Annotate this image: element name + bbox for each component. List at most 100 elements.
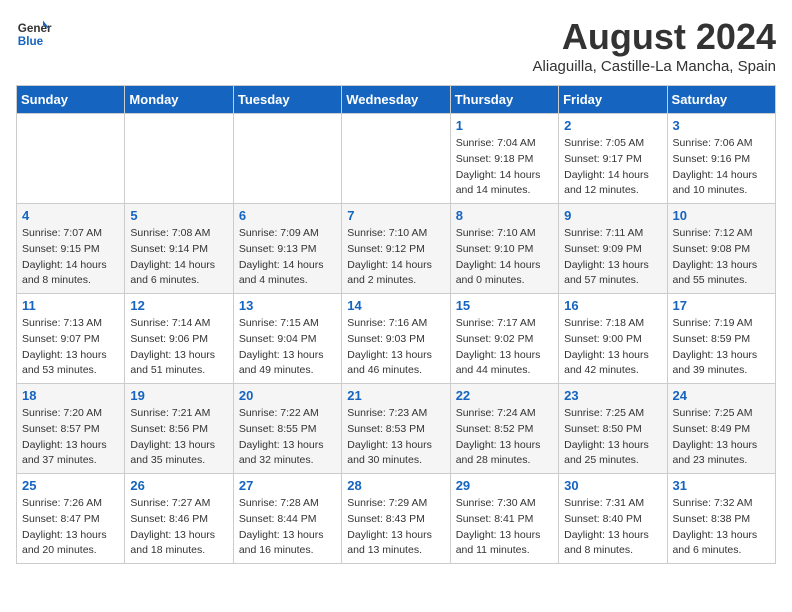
calendar-cell: 24 Sunrise: 7:25 AM Sunset: 8:49 PM Dayli…: [667, 384, 775, 474]
day-info: Sunrise: 7:25 AM Sunset: 8:50 PM Dayligh…: [564, 406, 661, 469]
calendar-cell: 10 Sunrise: 7:12 AM Sunset: 9:08 PM Dayli…: [667, 204, 775, 294]
calendar-cell: [125, 114, 233, 204]
day-info: Sunrise: 7:31 AM Sunset: 8:40 PM Dayligh…: [564, 496, 661, 559]
calendar-cell: [342, 114, 450, 204]
day-info: Sunrise: 7:10 AM Sunset: 9:10 PM Dayligh…: [456, 226, 553, 289]
day-number: 22: [456, 388, 553, 403]
calendar-cell: 12Sunrise: 7:14 AM Sunset: 9:06 PM Dayli…: [125, 294, 233, 384]
calendar-cell: 22 Sunrise: 7:24 AM Sunset: 8:52 PM Dayli…: [450, 384, 558, 474]
calendar-cell: 1 Sunrise: 7:04 AM Sunset: 9:18 PM Daylig…: [450, 114, 558, 204]
day-info: Sunrise: 7:32 AM Sunset: 8:38 PM Dayligh…: [673, 496, 770, 559]
day-info: Sunrise: 7:08 AM Sunset: 9:14 PM Dayligh…: [130, 226, 227, 289]
calendar-week-row: 25Sunrise: 7:26 AM Sunset: 8:47 PM Dayli…: [17, 474, 776, 564]
day-number: 26: [130, 478, 227, 493]
day-info: Sunrise: 7:20 AM Sunset: 8:57 PM Dayligh…: [22, 406, 119, 469]
day-of-week-header: Sunday: [17, 86, 125, 114]
day-info: Sunrise: 7:22 AM Sunset: 8:55 PM Dayligh…: [239, 406, 336, 469]
day-number: 12: [130, 298, 227, 313]
day-number: 24: [673, 388, 770, 403]
day-number: 21: [347, 388, 444, 403]
day-number: 18: [22, 388, 119, 403]
day-number: 6: [239, 208, 336, 223]
day-info: Sunrise: 7:11 AM Sunset: 9:09 PM Dayligh…: [564, 226, 661, 289]
day-number: 7: [347, 208, 444, 223]
day-info: Sunrise: 7:28 AM Sunset: 8:44 PM Dayligh…: [239, 496, 336, 559]
calendar-cell: 15 Sunrise: 7:17 AM Sunset: 9:02 PM Dayli…: [450, 294, 558, 384]
day-of-week-header: Monday: [125, 86, 233, 114]
day-number: 23: [564, 388, 661, 403]
day-info: Sunrise: 7:24 AM Sunset: 8:52 PM Dayligh…: [456, 406, 553, 469]
day-info: Sunrise: 7:10 AM Sunset: 9:12 PM Dayligh…: [347, 226, 444, 289]
calendar-cell: 7 Sunrise: 7:10 AM Sunset: 9:12 PM Daylig…: [342, 204, 450, 294]
calendar-cell: 18 Sunrise: 7:20 AM Sunset: 8:57 PM Dayli…: [17, 384, 125, 474]
day-info: Sunrise: 7:15 AM Sunset: 9:04 PM Dayligh…: [239, 316, 336, 379]
calendar-cell: 2Sunrise: 7:05 AM Sunset: 9:17 PM Daylig…: [559, 114, 667, 204]
calendar-cell: 13 Sunrise: 7:15 AM Sunset: 9:04 PM Dayli…: [233, 294, 341, 384]
day-number: 8: [456, 208, 553, 223]
day-info: Sunrise: 7:04 AM Sunset: 9:18 PM Dayligh…: [456, 136, 553, 199]
calendar-cell: [233, 114, 341, 204]
day-info: Sunrise: 7:27 AM Sunset: 8:46 PM Dayligh…: [130, 496, 227, 559]
day-of-week-header: Wednesday: [342, 86, 450, 114]
calendar-cell: 9 Sunrise: 7:11 AM Sunset: 9:09 PM Daylig…: [559, 204, 667, 294]
day-info: Sunrise: 7:23 AM Sunset: 8:53 PM Dayligh…: [347, 406, 444, 469]
day-info: Sunrise: 7:18 AM Sunset: 9:00 PM Dayligh…: [564, 316, 661, 379]
day-info: Sunrise: 7:07 AM Sunset: 9:15 PM Dayligh…: [22, 226, 119, 289]
day-info: Sunrise: 7:17 AM Sunset: 9:02 PM Dayligh…: [456, 316, 553, 379]
day-info: Sunrise: 7:29 AM Sunset: 8:43 PM Dayligh…: [347, 496, 444, 559]
day-info: Sunrise: 7:13 AM Sunset: 9:07 PM Dayligh…: [22, 316, 119, 379]
day-number: 4: [22, 208, 119, 223]
calendar-cell: 31Sunrise: 7:32 AM Sunset: 8:38 PM Dayli…: [667, 474, 775, 564]
day-info: Sunrise: 7:19 AM Sunset: 8:59 PM Dayligh…: [673, 316, 770, 379]
calendar-cell: 25Sunrise: 7:26 AM Sunset: 8:47 PM Dayli…: [17, 474, 125, 564]
logo-icon: General Blue: [16, 16, 52, 52]
calendar-cell: 26 Sunrise: 7:27 AM Sunset: 8:46 PM Dayli…: [125, 474, 233, 564]
day-info: Sunrise: 7:12 AM Sunset: 9:08 PM Dayligh…: [673, 226, 770, 289]
day-info: Sunrise: 7:09 AM Sunset: 9:13 PM Dayligh…: [239, 226, 336, 289]
day-of-week-header: Thursday: [450, 86, 558, 114]
day-number: 17: [673, 298, 770, 313]
day-of-week-header: Saturday: [667, 86, 775, 114]
day-number: 1: [456, 118, 553, 133]
day-info: Sunrise: 7:21 AM Sunset: 8:56 PM Dayligh…: [130, 406, 227, 469]
calendar-cell: 11Sunrise: 7:13 AM Sunset: 9:07 PM Dayli…: [17, 294, 125, 384]
day-number: 25: [22, 478, 119, 493]
calendar-cell: [17, 114, 125, 204]
logo: General Blue: [16, 16, 52, 52]
calendar-cell: 17 Sunrise: 7:19 AM Sunset: 8:59 PM Dayli…: [667, 294, 775, 384]
calendar-body: 1 Sunrise: 7:04 AM Sunset: 9:18 PM Daylig…: [17, 114, 776, 564]
calendar-cell: 19Sunrise: 7:21 AM Sunset: 8:56 PM Dayli…: [125, 384, 233, 474]
calendar-cell: 3Sunrise: 7:06 AM Sunset: 9:16 PM Daylig…: [667, 114, 775, 204]
calendar-subtitle: Aliaguilla, Castille-La Mancha, Spain: [533, 58, 776, 75]
calendar-cell: 16Sunrise: 7:18 AM Sunset: 9:00 PM Dayli…: [559, 294, 667, 384]
day-info: Sunrise: 7:25 AM Sunset: 8:49 PM Dayligh…: [673, 406, 770, 469]
calendar-cell: 30 Sunrise: 7:31 AM Sunset: 8:40 PM Dayli…: [559, 474, 667, 564]
svg-text:Blue: Blue: [18, 35, 44, 48]
calendar-cell: 6 Sunrise: 7:09 AM Sunset: 9:13 PM Daylig…: [233, 204, 341, 294]
calendar-cell: 29 Sunrise: 7:30 AM Sunset: 8:41 PM Dayli…: [450, 474, 558, 564]
day-number: 13: [239, 298, 336, 313]
day-number: 29: [456, 478, 553, 493]
day-info: Sunrise: 7:16 AM Sunset: 9:03 PM Dayligh…: [347, 316, 444, 379]
day-number: 30: [564, 478, 661, 493]
day-info: Sunrise: 7:30 AM Sunset: 8:41 PM Dayligh…: [456, 496, 553, 559]
day-number: 10: [673, 208, 770, 223]
day-number: 20: [239, 388, 336, 403]
day-of-week-header: Tuesday: [233, 86, 341, 114]
calendar-week-row: 11Sunrise: 7:13 AM Sunset: 9:07 PM Dayli…: [17, 294, 776, 384]
calendar-week-row: 18 Sunrise: 7:20 AM Sunset: 8:57 PM Dayli…: [17, 384, 776, 474]
day-number: 9: [564, 208, 661, 223]
calendar-cell: 5Sunrise: 7:08 AM Sunset: 9:14 PM Daylig…: [125, 204, 233, 294]
day-number: 15: [456, 298, 553, 313]
calendar-cell: 8 Sunrise: 7:10 AM Sunset: 9:10 PM Daylig…: [450, 204, 558, 294]
calendar-week-row: 4 Sunrise: 7:07 AM Sunset: 9:15 PM Daylig…: [17, 204, 776, 294]
svg-text:General: General: [18, 22, 52, 35]
day-number: 14: [347, 298, 444, 313]
calendar-cell: 27Sunrise: 7:28 AM Sunset: 8:44 PM Dayli…: [233, 474, 341, 564]
calendar-week-row: 1 Sunrise: 7:04 AM Sunset: 9:18 PM Daylig…: [17, 114, 776, 204]
day-number: 28: [347, 478, 444, 493]
calendar-cell: 14 Sunrise: 7:16 AM Sunset: 9:03 PM Dayli…: [342, 294, 450, 384]
day-info: Sunrise: 7:05 AM Sunset: 9:17 PM Dayligh…: [564, 136, 661, 199]
calendar-cell: 4 Sunrise: 7:07 AM Sunset: 9:15 PM Daylig…: [17, 204, 125, 294]
header: General Blue August 2024 Aliaguilla, Cas…: [16, 16, 776, 75]
